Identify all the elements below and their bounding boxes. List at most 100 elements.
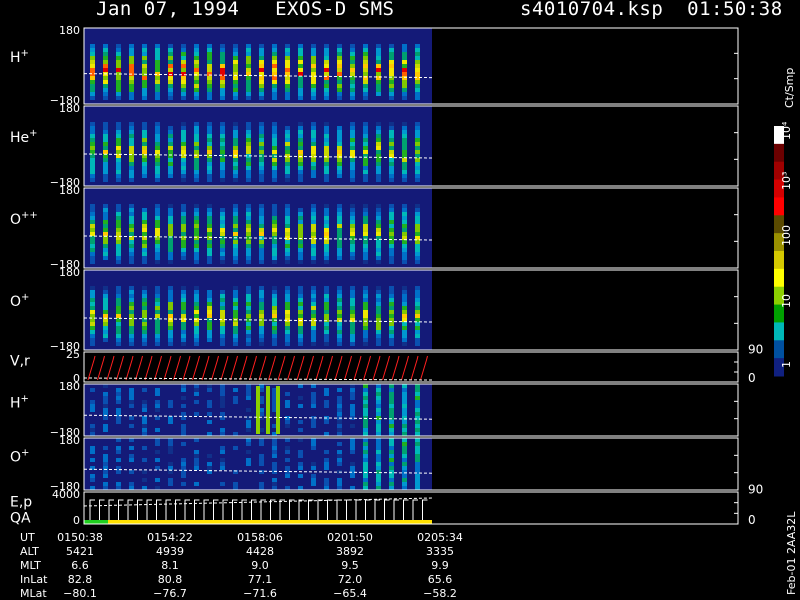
spectrogram-cell bbox=[220, 142, 225, 146]
spectrogram-cell bbox=[220, 122, 225, 126]
spectrogram-cell bbox=[142, 170, 147, 174]
spectrogram-cell bbox=[363, 142, 368, 146]
spectrogram-cell bbox=[389, 260, 394, 264]
spectrogram-cell bbox=[116, 220, 121, 224]
spectrogram-cell bbox=[259, 56, 264, 60]
spectrogram-cell bbox=[155, 174, 160, 178]
spectrogram-cell bbox=[246, 388, 251, 392]
spectrogram-cell bbox=[246, 306, 251, 310]
spectrogram-cell bbox=[90, 68, 95, 72]
spectrogram-cell bbox=[246, 122, 251, 126]
spectrogram-cell bbox=[90, 178, 95, 182]
spectrogram-cell bbox=[285, 424, 290, 428]
spectrogram-cell bbox=[363, 408, 368, 412]
spectrogram-cell bbox=[376, 298, 381, 302]
spectrogram-cell bbox=[181, 154, 186, 158]
spectrogram-cell bbox=[181, 204, 186, 208]
spectrogram-cell bbox=[311, 438, 316, 442]
spectrogram-cell bbox=[298, 96, 303, 100]
spectrogram-cell bbox=[350, 302, 355, 306]
spectrogram-cell bbox=[363, 174, 368, 178]
spectrogram-cell bbox=[233, 220, 238, 224]
spectrogram-cell bbox=[285, 244, 290, 248]
spectrogram-cell bbox=[324, 330, 329, 334]
spectrogram-cell bbox=[311, 384, 316, 388]
spectrogram-cell bbox=[194, 298, 199, 302]
spectrogram-cell bbox=[168, 310, 173, 314]
spectrogram-cell bbox=[168, 338, 173, 342]
spectrogram-cell bbox=[311, 442, 316, 446]
orbit-value: 9.0 bbox=[251, 559, 269, 572]
spectrogram-cell bbox=[129, 322, 134, 326]
spectrogram-cell bbox=[376, 384, 381, 388]
spectrogram-cell bbox=[298, 80, 303, 84]
spectrogram-cell bbox=[259, 482, 264, 486]
orbit-row-label: ALT bbox=[20, 545, 39, 558]
spectrogram-cell bbox=[220, 428, 225, 432]
spectrogram-cell bbox=[415, 334, 420, 338]
spectrogram-cell bbox=[350, 92, 355, 96]
spectrogram-cell bbox=[402, 178, 407, 182]
spectrogram-cell bbox=[129, 174, 134, 178]
spectrogram-cell bbox=[350, 330, 355, 334]
spectrogram-cell bbox=[324, 56, 329, 60]
spectrogram-cell bbox=[207, 134, 212, 138]
spectrogram-cell bbox=[220, 306, 225, 310]
spectrogram-cell bbox=[363, 458, 368, 462]
spectrogram-cell bbox=[324, 420, 329, 424]
spectrogram-cell bbox=[389, 474, 394, 478]
spectrogram-cell bbox=[246, 424, 251, 428]
spectrogram-cell bbox=[285, 248, 290, 252]
spectrogram-cell bbox=[142, 88, 147, 92]
spectrogram-cell bbox=[181, 52, 186, 56]
spectrogram-cell bbox=[155, 450, 160, 454]
spectrogram-cell bbox=[181, 326, 186, 330]
spectrogram-cell bbox=[272, 322, 277, 326]
spectrogram-cell bbox=[129, 146, 134, 150]
spectrogram-cell bbox=[142, 314, 147, 318]
axis-top-label: 180 bbox=[59, 434, 80, 447]
spectrogram-cell bbox=[194, 212, 199, 216]
spectrogram-cell bbox=[311, 64, 316, 68]
spectrogram-cell bbox=[194, 52, 199, 56]
spectrogram-cell bbox=[207, 56, 212, 60]
spectrogram-cell bbox=[90, 244, 95, 248]
spectrogram-cell bbox=[298, 252, 303, 256]
spectrogram-cell bbox=[233, 482, 238, 486]
spectrogram-cell bbox=[155, 438, 160, 442]
spectrogram-cell bbox=[129, 208, 134, 212]
spectrogram-cell bbox=[103, 134, 108, 138]
spectrogram-cell bbox=[220, 56, 225, 60]
spectrogram-cell bbox=[389, 216, 394, 220]
spectrogram-cell bbox=[402, 216, 407, 220]
spectrogram-cell bbox=[155, 80, 160, 84]
spectrogram-cell bbox=[116, 48, 121, 52]
spectrogram-cell bbox=[90, 294, 95, 298]
spectrogram-cell bbox=[402, 446, 407, 450]
spectrogram-cell bbox=[116, 416, 121, 420]
spectrogram-cell bbox=[207, 166, 212, 170]
spectrogram-cell bbox=[350, 84, 355, 88]
spectrogram-cell bbox=[363, 384, 368, 388]
spectrogram-cell bbox=[155, 400, 160, 404]
panel-heplus-angle: 180−180He+ bbox=[10, 102, 739, 189]
spectrogram-cell bbox=[155, 404, 160, 408]
spectrogram-cell bbox=[142, 256, 147, 260]
spectrogram-cell bbox=[142, 286, 147, 290]
spectrogram-cell bbox=[90, 158, 95, 162]
spectrogram-cell bbox=[272, 294, 277, 298]
panel-label: H+ bbox=[10, 393, 29, 411]
spectrogram-cell bbox=[181, 318, 186, 322]
spectrogram-cell bbox=[311, 420, 316, 424]
spectrogram-cell bbox=[259, 134, 264, 138]
spectrogram-cell bbox=[207, 162, 212, 166]
spectrogram-cell bbox=[402, 408, 407, 412]
spectrogram-cell bbox=[103, 80, 108, 84]
spectrogram-cell bbox=[259, 342, 264, 346]
spectrogram-cell bbox=[207, 44, 212, 48]
spectrogram-cell bbox=[285, 466, 290, 470]
spectrogram-cell bbox=[168, 216, 173, 220]
spectrogram-cell bbox=[116, 486, 121, 490]
spectrogram-cell bbox=[324, 150, 329, 154]
spectrogram-cell bbox=[259, 232, 264, 236]
